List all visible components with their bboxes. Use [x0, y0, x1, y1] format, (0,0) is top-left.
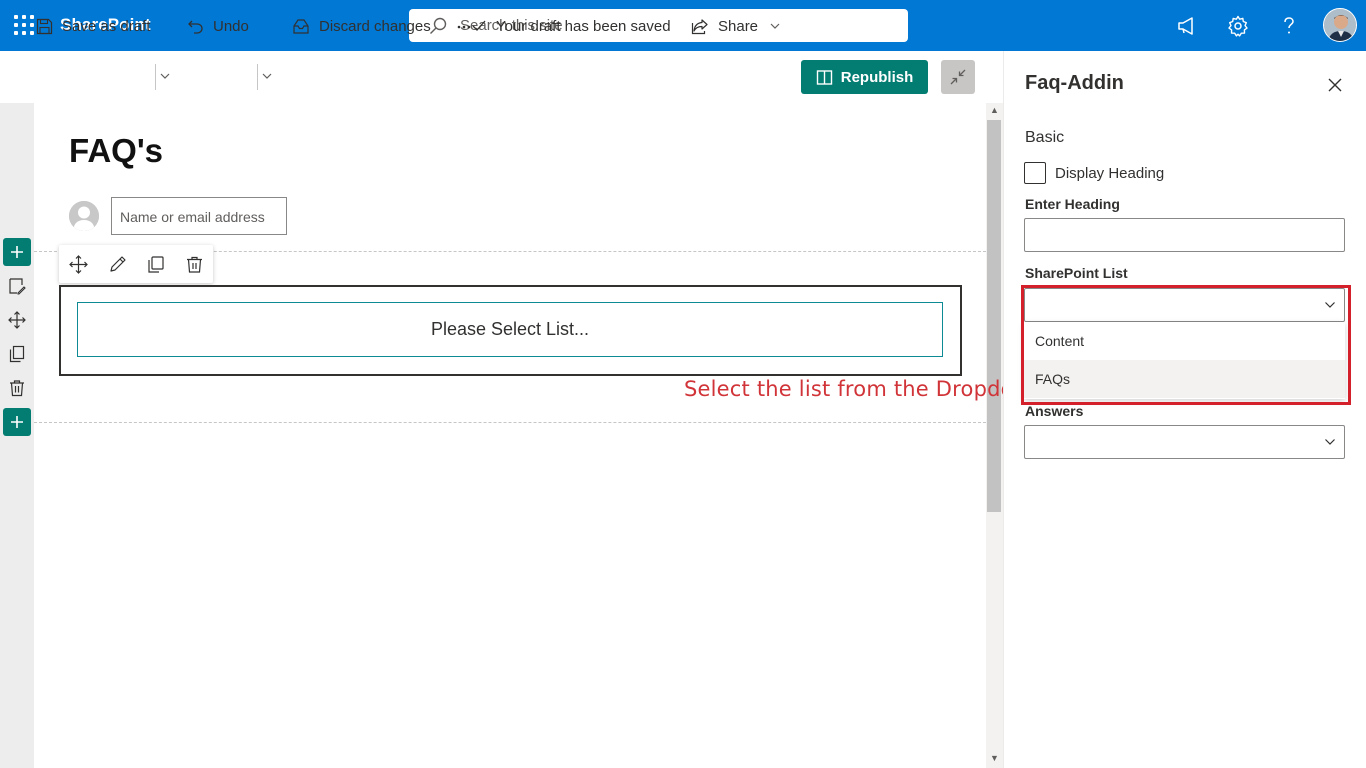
add-section-button[interactable] — [3, 408, 31, 436]
move-icon[interactable] — [69, 255, 88, 274]
close-icon[interactable] — [1326, 76, 1344, 94]
undo-icon — [188, 20, 203, 34]
duplicate-icon[interactable] — [146, 255, 165, 274]
draft-status-text: Your draft has been saved — [496, 17, 671, 35]
discard-changes-button[interactable]: Discard changes — [292, 15, 431, 37]
chevron-down-icon[interactable] — [160, 72, 170, 80]
save-as-draft-button[interactable]: Save as draft — [36, 15, 150, 37]
delete-section-icon[interactable] — [8, 379, 26, 397]
edit-section-icon[interactable] — [8, 277, 26, 295]
share-label: Share — [718, 17, 759, 35]
undo-button[interactable]: Undo — [187, 15, 249, 37]
enter-heading-label: Enter Heading — [1025, 196, 1120, 212]
collapse-icon — [950, 69, 966, 85]
divider — [155, 64, 156, 90]
share-icon — [691, 18, 708, 34]
megaphone-icon[interactable] — [1175, 14, 1199, 38]
scrollbar-thumb[interactable] — [987, 120, 1001, 512]
waffle-icon[interactable] — [14, 15, 36, 37]
annotation-highlight-box — [1021, 285, 1351, 405]
discard-changes-label: Discard changes — [319, 17, 431, 35]
divider — [257, 64, 258, 90]
settings-gear-icon[interactable] — [1226, 14, 1250, 38]
author-name-input[interactable]: Name or email address — [111, 197, 287, 235]
answers-dropdown[interactable] — [1024, 425, 1345, 459]
delete-icon[interactable] — [185, 255, 204, 274]
chevron-down-icon — [1325, 439, 1335, 445]
user-avatar[interactable] — [1323, 8, 1357, 42]
section-bottom-border — [34, 422, 986, 423]
undo-label: Undo — [213, 17, 249, 35]
group-title-basic: Basic — [1025, 129, 1065, 146]
plus-icon — [11, 246, 23, 258]
edit-pencil-icon[interactable] — [108, 255, 127, 274]
webpart-toolbar — [59, 245, 213, 283]
search-icon — [430, 17, 447, 34]
sharepoint-list-label: SharePoint List — [1025, 265, 1128, 281]
enter-heading-input[interactable] — [1024, 218, 1345, 252]
saved-check-icon — [457, 20, 486, 31]
republish-label: Republish — [840, 68, 914, 86]
help-question-icon[interactable] — [1277, 14, 1301, 38]
page-title[interactable]: FAQ's — [69, 132, 163, 170]
save-icon — [36, 18, 53, 34]
chevron-down-icon — [770, 23, 780, 29]
move-section-icon[interactable] — [8, 311, 26, 329]
pane-title: Faq-Addin — [1025, 72, 1124, 94]
plus-icon — [11, 416, 23, 428]
republish-button[interactable]: Republish — [801, 60, 928, 94]
webpart-message: Please Select List... — [77, 302, 943, 357]
answers-label: Answers — [1025, 403, 1084, 419]
chevron-down-icon[interactable] — [262, 72, 272, 80]
add-section-button[interactable] — [3, 238, 31, 266]
draft-status: Your draft has been saved — [457, 15, 671, 37]
scroll-down-arrow[interactable]: ▼ — [986, 753, 1003, 765]
save-as-draft-label: Save as draft — [62, 17, 151, 35]
author-avatar — [69, 201, 99, 231]
collapse-pane-button[interactable] — [941, 60, 975, 94]
duplicate-section-icon[interactable] — [8, 345, 26, 363]
discard-icon — [293, 18, 309, 34]
annotation-text: Select the list from the Dropdown — [684, 377, 1045, 401]
scroll-up-arrow[interactable]: ▲ — [986, 105, 1003, 117]
share-button[interactable]: Share — [691, 15, 780, 37]
display-heading-label[interactable]: Display Heading — [1055, 165, 1164, 182]
book-icon — [816, 69, 832, 85]
display-heading-checkbox[interactable] — [1024, 162, 1046, 184]
